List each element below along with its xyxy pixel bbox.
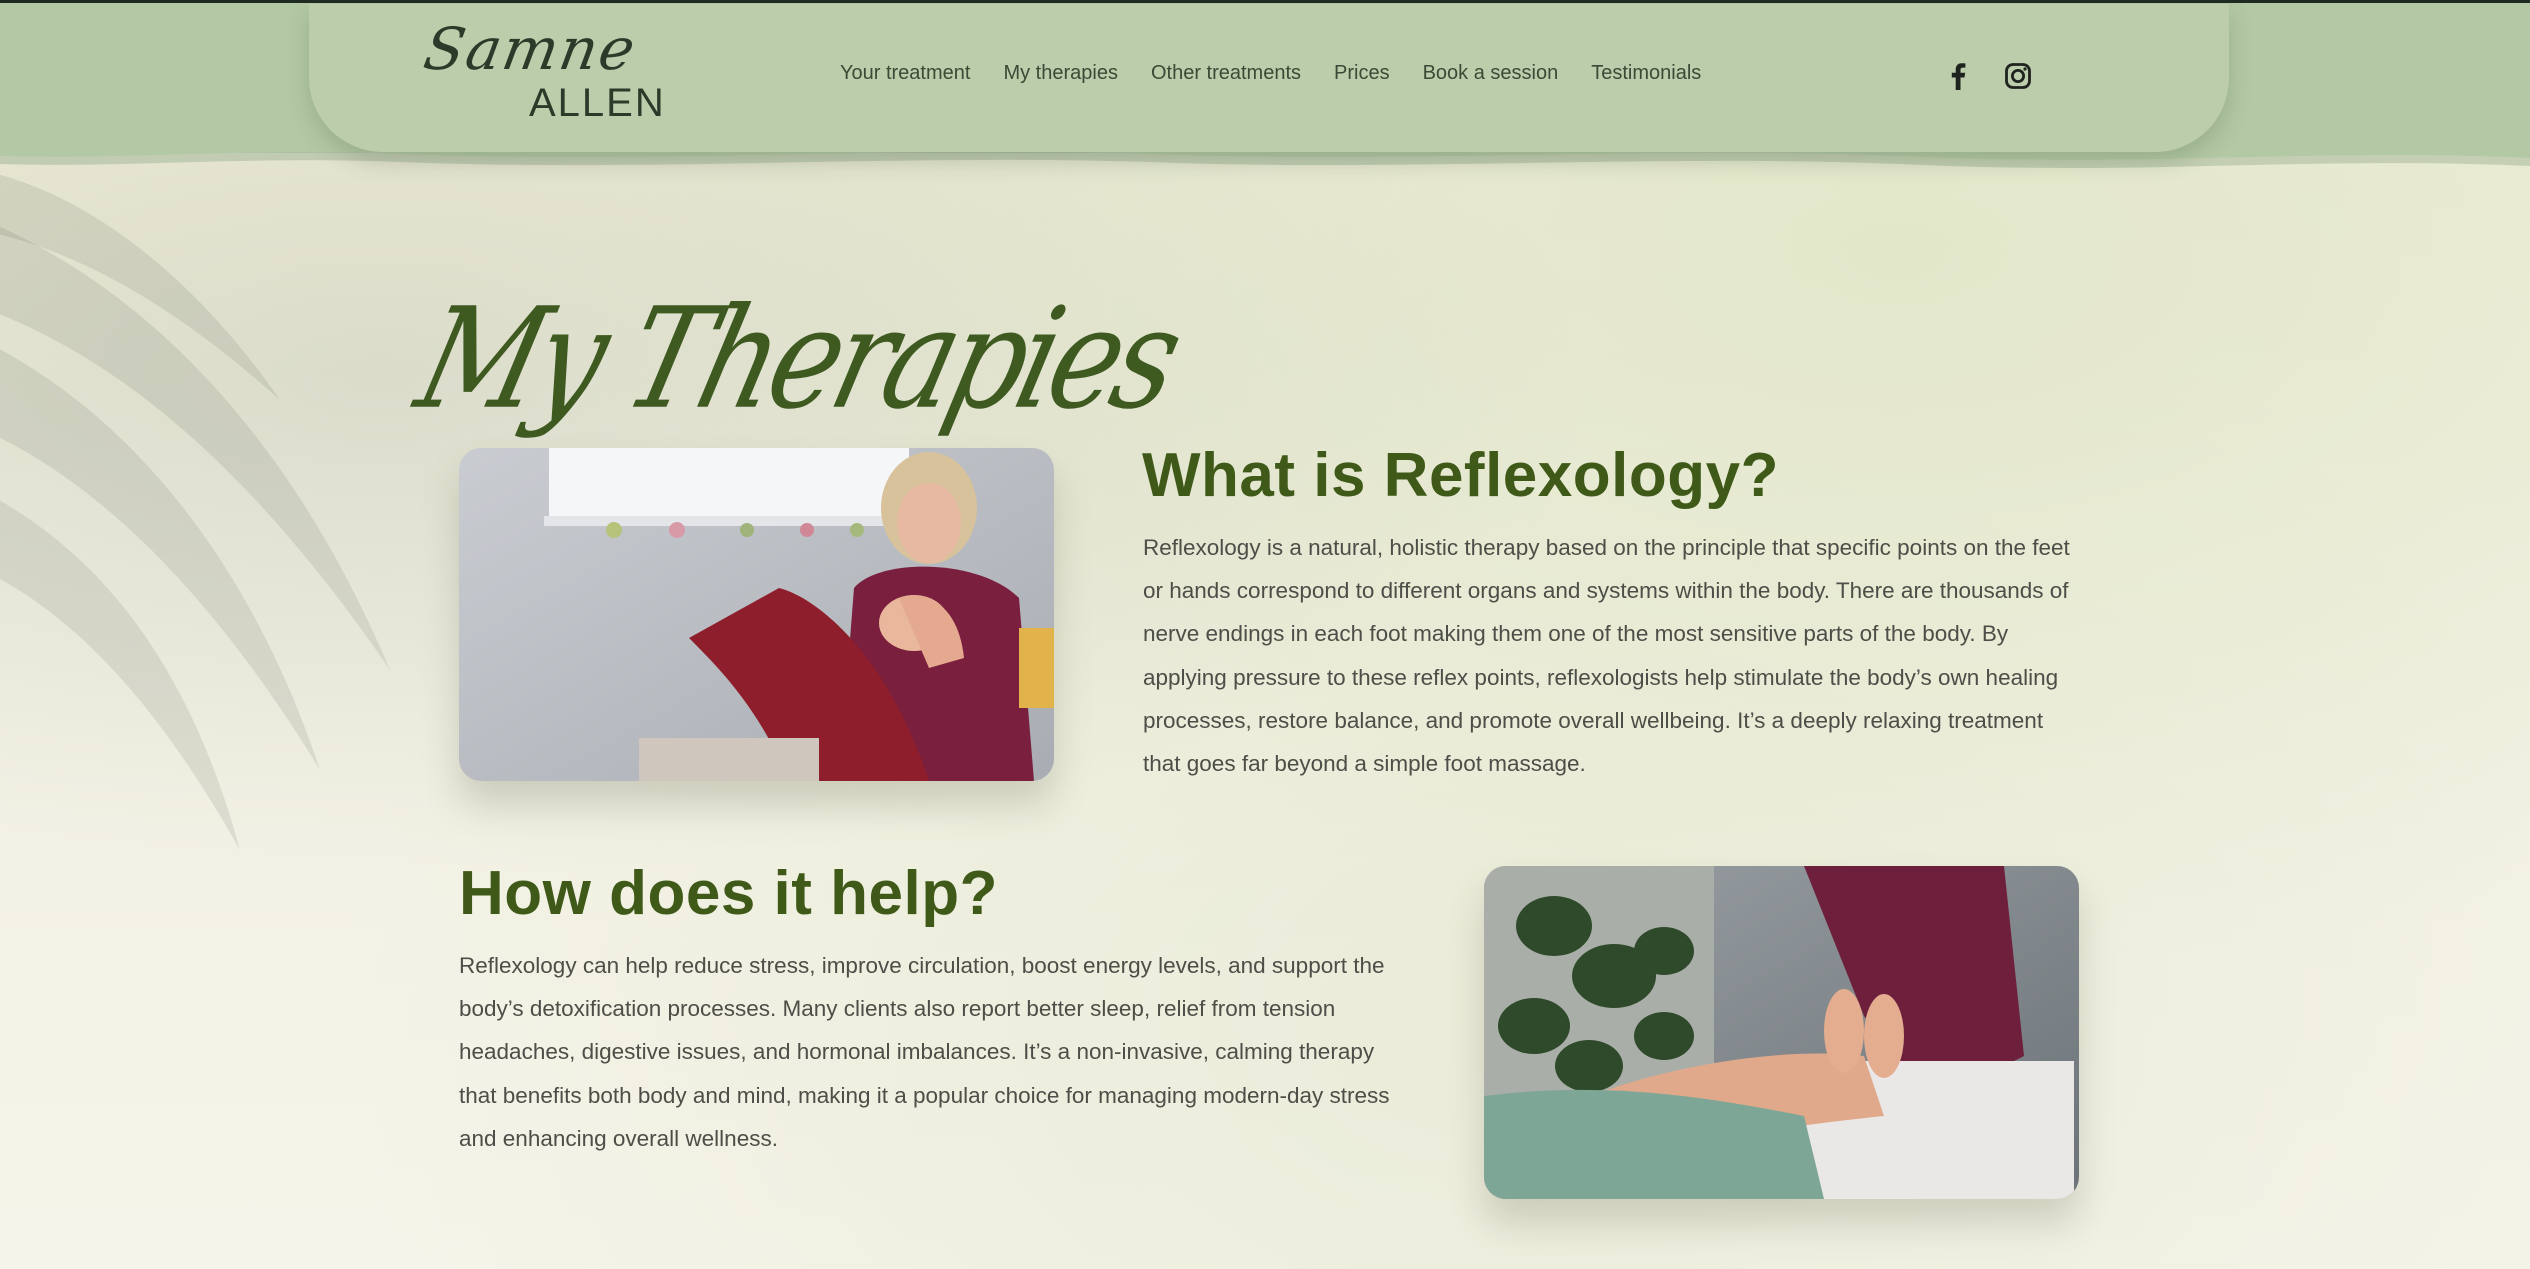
nav-item-testimonials[interactable]: Testimonials — [1591, 62, 1701, 85]
nav-item-your-treatment[interactable]: Your treatment — [840, 62, 970, 85]
nav-item-my-therapies[interactable]: My therapies — [1003, 62, 1118, 85]
page-title-text: My Therapies — [403, 277, 1192, 440]
section-title-how-does-it-help: How does it help? — [459, 859, 998, 928]
photo-therapist-holding-foot — [459, 448, 1054, 781]
reflexology-treatment-photo — [459, 448, 1054, 781]
photo-therapist-massaging-feet — [1484, 866, 2079, 1199]
instagram-icon[interactable] — [2002, 60, 2034, 92]
section-title-what-is-reflexology: What is Reflexology? — [1142, 441, 1779, 510]
section-body-what-is-reflexology: Reflexology is a natural, holistic thera… — [1143, 535, 2070, 777]
section-body-how-does-it-help: Reflexology can help reduce stress, impr… — [459, 953, 1390, 1151]
site-logo[interactable]: Samne ALLEN — [419, 15, 666, 145]
nav-item-book-a-session[interactable]: Book a session — [1423, 62, 1559, 85]
nav-item-other-treatments[interactable]: Other treatments — [1151, 62, 1301, 85]
logo-name-text: ALLEN — [529, 81, 666, 125]
social-links — [1942, 60, 2034, 92]
nav-item-prices[interactable]: Prices — [1334, 62, 1390, 85]
logo-script-text: Samne — [419, 15, 642, 83]
main-navigation: Your treatment My therapies Other treatm… — [840, 62, 1734, 85]
foot-massage-photo — [1484, 866, 2079, 1199]
facebook-icon[interactable] — [1942, 60, 1974, 92]
page-title: My Therapies — [403, 168, 1192, 440]
